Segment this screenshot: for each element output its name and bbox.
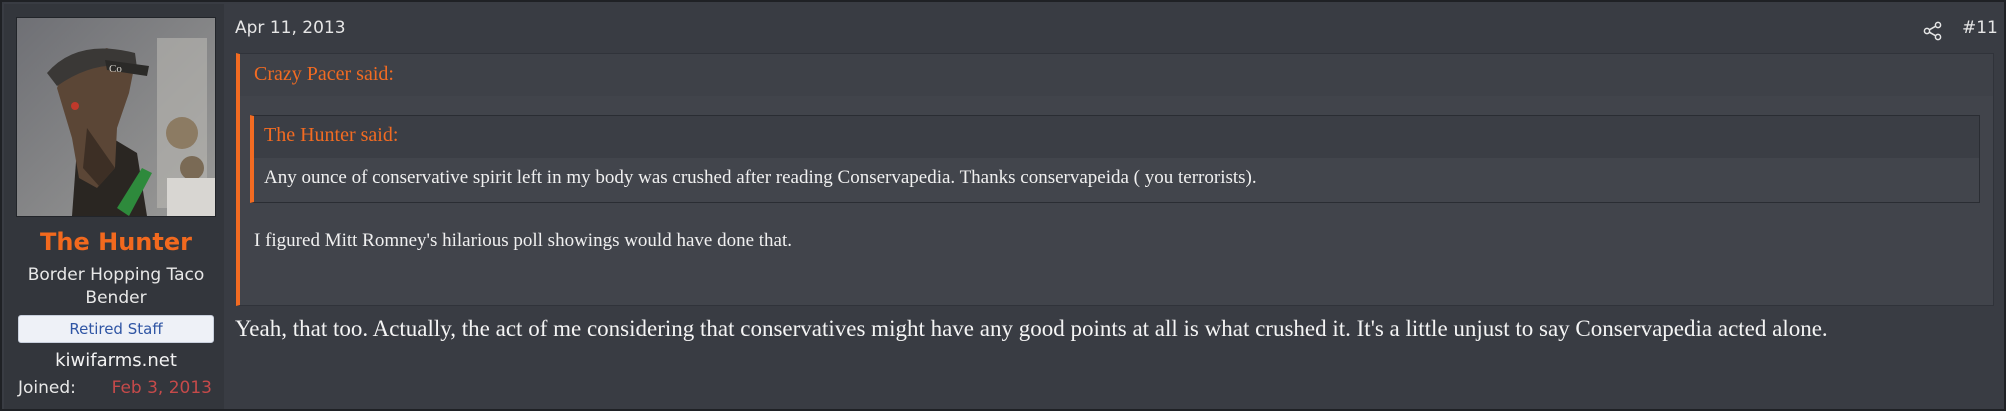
forum-post: Co The Hunter Border Hopping Taco Bender… — [0, 0, 2006, 411]
quote-block-inner: The Hunter said: Any ounce of conservati… — [250, 115, 1980, 203]
user-banner: Retired Staff — [18, 315, 214, 343]
post-body-text: Yeah, that too. Actually, the act of me … — [235, 316, 1828, 341]
joined-date: Feb 3, 2013 — [111, 378, 212, 398]
nested-quote-content: Any ounce of conservative spirit left in… — [254, 158, 1979, 202]
svg-text:Co: Co — [109, 63, 122, 75]
post-date[interactable]: Apr 11, 2013 — [235, 18, 346, 38]
nested-quote-text: Any ounce of conservative spirit left in… — [264, 167, 1257, 188]
quote-header: Crazy Pacer said: — [240, 54, 1993, 96]
user-sidebar: Co The Hunter Border Hopping Taco Bender… — [4, 4, 224, 409]
avatar-image: Co — [17, 18, 215, 216]
post-number-link[interactable]: #11 — [1962, 18, 1998, 38]
user-title: Border Hopping Taco Bender — [27, 265, 205, 308]
quote-block-outer: Crazy Pacer said: The Hunter said: Any o… — [236, 53, 1994, 306]
joined-label: Joined: — [18, 378, 76, 398]
quote-content: The Hunter said: Any ounce of conservati… — [240, 96, 1993, 305]
avatar[interactable]: Co — [16, 17, 216, 217]
nested-quote-author-link[interactable]: The Hunter said: — [264, 124, 398, 147]
share-icon[interactable] — [1923, 21, 1943, 41]
username[interactable]: The Hunter — [4, 228, 228, 256]
quote-text: I figured Mitt Romney's hilarious poll s… — [254, 230, 793, 251]
quote-author-link[interactable]: Crazy Pacer said: — [254, 63, 394, 86]
user-site: kiwifarms.net — [55, 350, 177, 371]
